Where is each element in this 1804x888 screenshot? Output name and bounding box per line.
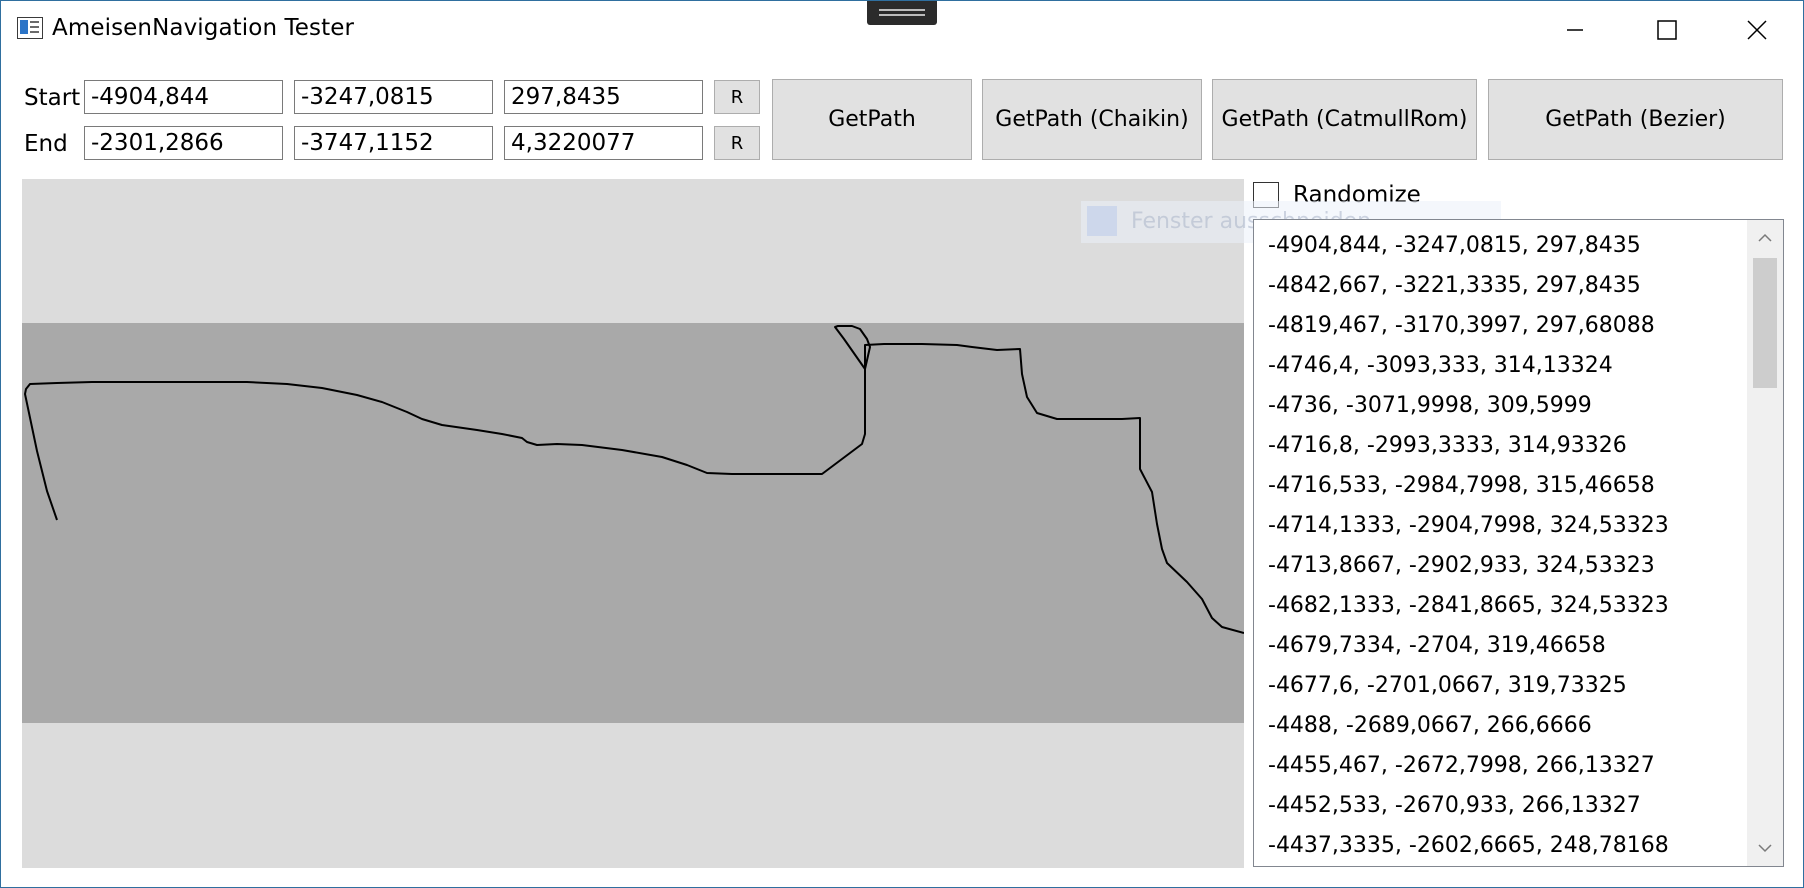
- list-item[interactable]: -4904,844, -3247,0815, 297,8435: [1254, 226, 1746, 266]
- scroll-down-button[interactable]: [1747, 830, 1783, 866]
- end-x-input[interactable]: [84, 126, 283, 160]
- scroll-thumb[interactable]: [1753, 258, 1777, 388]
- list-item[interactable]: -4716,533, -2984,7998, 315,46658: [1254, 466, 1746, 506]
- list-item[interactable]: -4713,8667, -2902,933, 324,53323: [1254, 546, 1746, 586]
- list-item[interactable]: -4455,467, -2672,7998, 266,13327: [1254, 746, 1746, 786]
- start-randomize-button[interactable]: R: [714, 80, 760, 114]
- path-points-list[interactable]: -4904,844, -3247,0815, 297,8435 -4842,667…: [1253, 219, 1784, 867]
- get-path-button[interactable]: GetPath: [772, 79, 972, 160]
- app-window: AmeisenNavigation Tester Start R End R G…: [0, 0, 1804, 888]
- list-item[interactable]: -4677,6, -2701,0667, 319,73325: [1254, 666, 1746, 706]
- path-canvas[interactable]: [22, 179, 1244, 868]
- list-item[interactable]: -4682,1333, -2841,8665, 324,53323: [1254, 586, 1746, 626]
- start-z-input[interactable]: [504, 80, 703, 114]
- list-item[interactable]: -4736, -3071,9998, 309,5999: [1254, 386, 1746, 426]
- list-item[interactable]: -4679,7334, -2704, 319,46658: [1254, 626, 1746, 666]
- get-path-bezier-button[interactable]: GetPath (Bezier): [1488, 79, 1783, 160]
- minimize-icon: [1567, 29, 1583, 31]
- snap-grip-handle[interactable]: [867, 1, 937, 25]
- list-item[interactable]: -4716,8, -2993,3333, 314,93326: [1254, 426, 1746, 466]
- start-label: Start: [24, 85, 81, 111]
- scroll-up-button[interactable]: [1747, 220, 1783, 256]
- title-bar[interactable]: AmeisenNavigation Tester: [1, 1, 1803, 61]
- list-item[interactable]: -4746,4, -3093,333, 314,13324: [1254, 346, 1746, 386]
- list-item[interactable]: -4714,1333, -2904,7998, 324,53323: [1254, 506, 1746, 546]
- list-item[interactable]: -4488, -2689,0667, 266,6666: [1254, 706, 1746, 746]
- get-path-catmullrom-button[interactable]: GetPath (CatmullRom): [1212, 79, 1477, 160]
- list-scrollbar[interactable]: [1747, 220, 1783, 866]
- minimize-button[interactable]: [1529, 1, 1621, 59]
- list-item[interactable]: -4437,3335, -2602,6665, 248,78168: [1254, 826, 1746, 866]
- list-item[interactable]: -4819,467, -3170,3997, 297,68088: [1254, 306, 1746, 346]
- app-icon: [17, 17, 43, 39]
- get-path-chaikin-button[interactable]: GetPath (Chaikin): [982, 79, 1202, 160]
- chevron-up-icon: [1758, 233, 1772, 242]
- end-randomize-button[interactable]: R: [714, 126, 760, 160]
- end-z-input[interactable]: [504, 126, 703, 160]
- list-item[interactable]: -4842,667, -3221,3335, 297,8435: [1254, 266, 1746, 306]
- start-x-input[interactable]: [84, 80, 283, 114]
- maximize-icon: [1657, 20, 1677, 40]
- snip-icon: [1087, 206, 1117, 236]
- start-y-input[interactable]: [294, 80, 493, 114]
- end-y-input[interactable]: [294, 126, 493, 160]
- end-label: End: [24, 131, 68, 157]
- list-item[interactable]: -4452,533, -2670,933, 266,13327: [1254, 786, 1746, 826]
- window-title: AmeisenNavigation Tester: [52, 15, 355, 41]
- chevron-down-icon: [1758, 844, 1772, 853]
- close-icon: [1747, 20, 1767, 40]
- close-button[interactable]: [1711, 1, 1803, 59]
- path-points-items: -4904,844, -3247,0815, 297,8435 -4842,667…: [1254, 226, 1746, 866]
- maximize-button[interactable]: [1621, 1, 1713, 59]
- path-drawing: [22, 323, 1244, 723]
